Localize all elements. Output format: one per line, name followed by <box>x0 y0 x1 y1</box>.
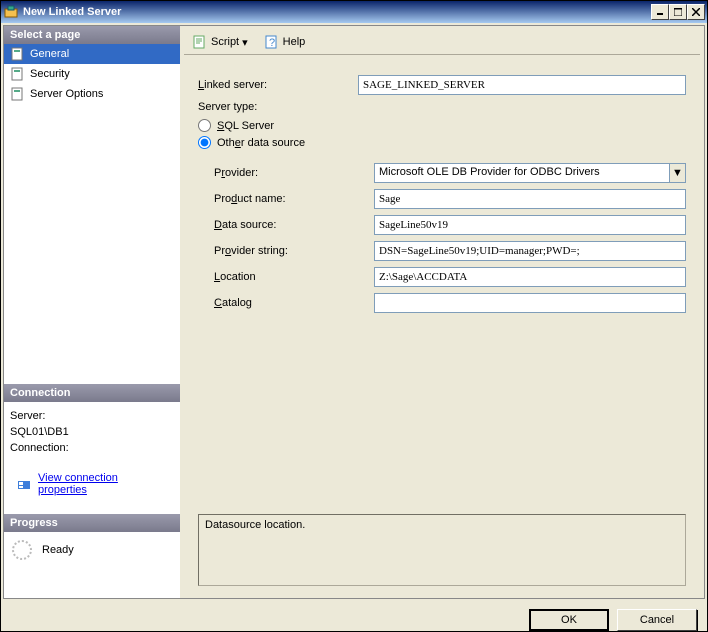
nav-label: Security <box>30 68 70 80</box>
titlebar-buttons <box>651 4 705 20</box>
toolbar: Script ▾ ? Help <box>184 30 700 55</box>
sql-server-radio[interactable] <box>198 119 211 132</box>
product-name-input[interactable] <box>374 189 686 209</box>
data-source-input[interactable] <box>374 215 686 235</box>
progress-spinner-icon <box>12 540 32 560</box>
titlebar-text: New Linked Server <box>23 6 651 18</box>
other-data-source-radio[interactable] <box>198 136 211 149</box>
help-label: Help <box>283 36 306 48</box>
provider-value: Microsoft OLE DB Provider for ODBC Drive… <box>375 164 669 182</box>
app-icon <box>3 4 19 20</box>
catalog-label: Catalog <box>214 297 374 309</box>
provider-select[interactable]: Microsoft OLE DB Provider for ODBC Drive… <box>374 163 686 183</box>
script-label: Script <box>211 36 239 48</box>
main-pane: Script ▾ ? Help Linked server: Server ty… <box>180 26 704 598</box>
nav-label: General <box>30 48 69 60</box>
location-label: Location <box>214 271 374 283</box>
script-icon <box>192 34 208 50</box>
chevron-down-icon[interactable]: ▼ <box>669 164 685 182</box>
ok-button[interactable]: OK <box>529 609 609 631</box>
page-icon <box>10 66 26 82</box>
dialog-window: New Linked Server Select a page General … <box>0 0 708 632</box>
view-properties-row: View connection properties <box>10 472 174 496</box>
form: Linked server: Server type: SQL Server O… <box>184 55 700 594</box>
nav-label: Server Options <box>30 88 103 100</box>
connection-header: Connection <box>4 384 180 402</box>
provider-label: Provider: <box>214 167 374 179</box>
svg-text:?: ? <box>269 37 275 49</box>
page-list: General Security Server Options <box>4 44 180 104</box>
titlebar: New Linked Server <box>1 1 707 23</box>
dialog-body: Select a page General Security Server Op… <box>3 25 705 599</box>
location-input[interactable] <box>374 267 686 287</box>
close-button[interactable] <box>687 4 705 20</box>
minimize-button[interactable] <box>651 4 669 20</box>
linked-server-input[interactable] <box>358 75 686 95</box>
select-page-header: Select a page <box>4 26 180 44</box>
catalog-input[interactable] <box>374 293 686 313</box>
cancel-button[interactable]: Cancel <box>617 609 697 631</box>
product-name-label: Product name: <box>214 193 374 205</box>
page-icon <box>10 46 26 62</box>
server-value: SQL01\DB1 <box>10 426 174 438</box>
progress-header: Progress <box>4 514 180 532</box>
help-icon: ? <box>264 34 280 50</box>
script-button[interactable]: Script ▾ <box>188 32 252 52</box>
provider-string-label: Provider string: <box>214 245 374 257</box>
nav-server-options[interactable]: Server Options <box>4 84 180 104</box>
progress-pane: Ready <box>4 532 180 568</box>
server-label: Server: <box>10 410 174 422</box>
other-data-source-label: Other data source <box>217 137 305 149</box>
nav-general[interactable]: General <box>4 44 180 64</box>
progress-status: Ready <box>42 544 74 556</box>
dropdown-icon: ▾ <box>242 36 248 49</box>
properties-icon <box>16 476 32 492</box>
footer: OK Cancel <box>1 601 707 631</box>
connection-pane: Server: SQL01\DB1 Connection: View conne… <box>4 402 180 504</box>
description-box: Datasource location. <box>198 514 686 586</box>
linked-server-label: Linked server: <box>198 79 358 91</box>
help-button[interactable]: ? Help <box>260 32 310 52</box>
connection-label: Connection: <box>10 442 174 454</box>
description-text: Datasource location. <box>205 519 305 531</box>
data-source-label: Data source: <box>214 219 374 231</box>
nav-security[interactable]: Security <box>4 64 180 84</box>
maximize-button[interactable] <box>669 4 687 20</box>
sidebar: Select a page General Security Server Op… <box>4 26 180 598</box>
view-connection-properties-link[interactable]: View connection properties <box>38 472 168 496</box>
page-icon <box>10 86 26 102</box>
server-type-label: Server type: <box>198 101 358 113</box>
sql-server-label: SQL Server <box>217 120 274 132</box>
provider-string-input[interactable] <box>374 241 686 261</box>
